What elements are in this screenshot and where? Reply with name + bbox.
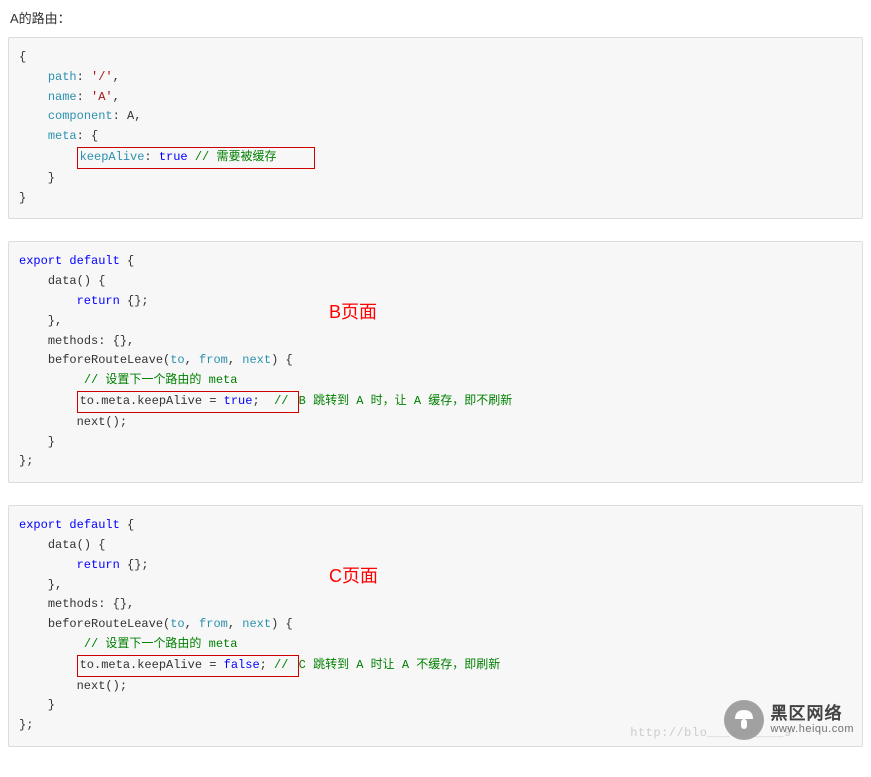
code-token: return [77,558,120,572]
code-token: meta [48,129,77,143]
code-token: data [48,538,77,552]
watermark-title: 黑区网络 [770,705,854,724]
watermark-url: www.heiqu.com [770,723,854,735]
code-token: to [170,353,184,367]
code-token: 'A' [91,90,113,104]
code-token: true [224,394,253,408]
code-token: to.meta.keepAlive = [80,394,224,408]
code-token: next(); [77,415,127,429]
code-token: default [69,518,119,532]
code-token: false [224,658,260,672]
code-block-c-page: C页面export default { data() { return {}; … [8,505,863,747]
code-comment: 跳转到 A 时让 A 不缓存，即刷新 [306,658,500,672]
code-comment: // 需要被缓存 [195,150,277,164]
code-comment: B 跳转到 A 时，让 A 缓存，即不刷新 [299,394,513,408]
code-token: '/' [91,70,113,84]
highlighted-line: to.meta.keepAlive = false; // [77,655,299,677]
code-token: from [199,353,228,367]
highlighted-line: to.meta.keepAlive = true; // [77,391,299,413]
code-comment: // 设置下一个路由的 meta [84,373,238,387]
code-token: default [69,254,119,268]
code-token: component [48,109,113,123]
code-token: keepAlive [80,150,145,164]
code-token: from [199,617,228,631]
code-token: beforeRouteLeave [48,617,163,631]
code-comment: // 设置下一个路由的 meta [84,637,238,651]
code-comment: // [274,394,296,408]
section-heading: A的路由： [10,8,863,27]
code-token: next(); [77,679,127,693]
code-token: return [77,294,120,308]
code-token: export [19,254,62,268]
code-token: true [159,150,188,164]
code-token: ; [260,658,267,672]
code-token: A [127,109,134,123]
highlighted-line: keepAlive: true // 需要被缓存 [77,147,316,169]
page-label-b: B页面 [329,298,377,328]
code-token: methods [48,334,98,348]
code-token: next [242,353,271,367]
code-token: data [48,274,77,288]
code-comment: // [267,658,296,672]
code-token: to.meta.keepAlive = [80,658,224,672]
code-token: to [170,617,184,631]
code-token: name [48,90,77,104]
code-token: methods [48,597,98,611]
code-token: export [19,518,62,532]
code-token: beforeRouteLeave [48,353,163,367]
watermark-text: 黑区网络www.heiqu.com [770,705,854,736]
code-comment: C [299,658,306,672]
watermark: 黑区网络www.heiqu.com [724,700,854,740]
code-token: next [242,617,271,631]
mushroom-icon [724,700,764,740]
code-block-a-route: { path: '/', name: 'A', component: A, me… [8,37,863,219]
page-label-c: C页面 [329,562,378,592]
code-token: ; [252,394,259,408]
code-token: path [48,70,77,84]
code-block-b-page: B页面export default { data() { return {}; … [8,241,863,483]
